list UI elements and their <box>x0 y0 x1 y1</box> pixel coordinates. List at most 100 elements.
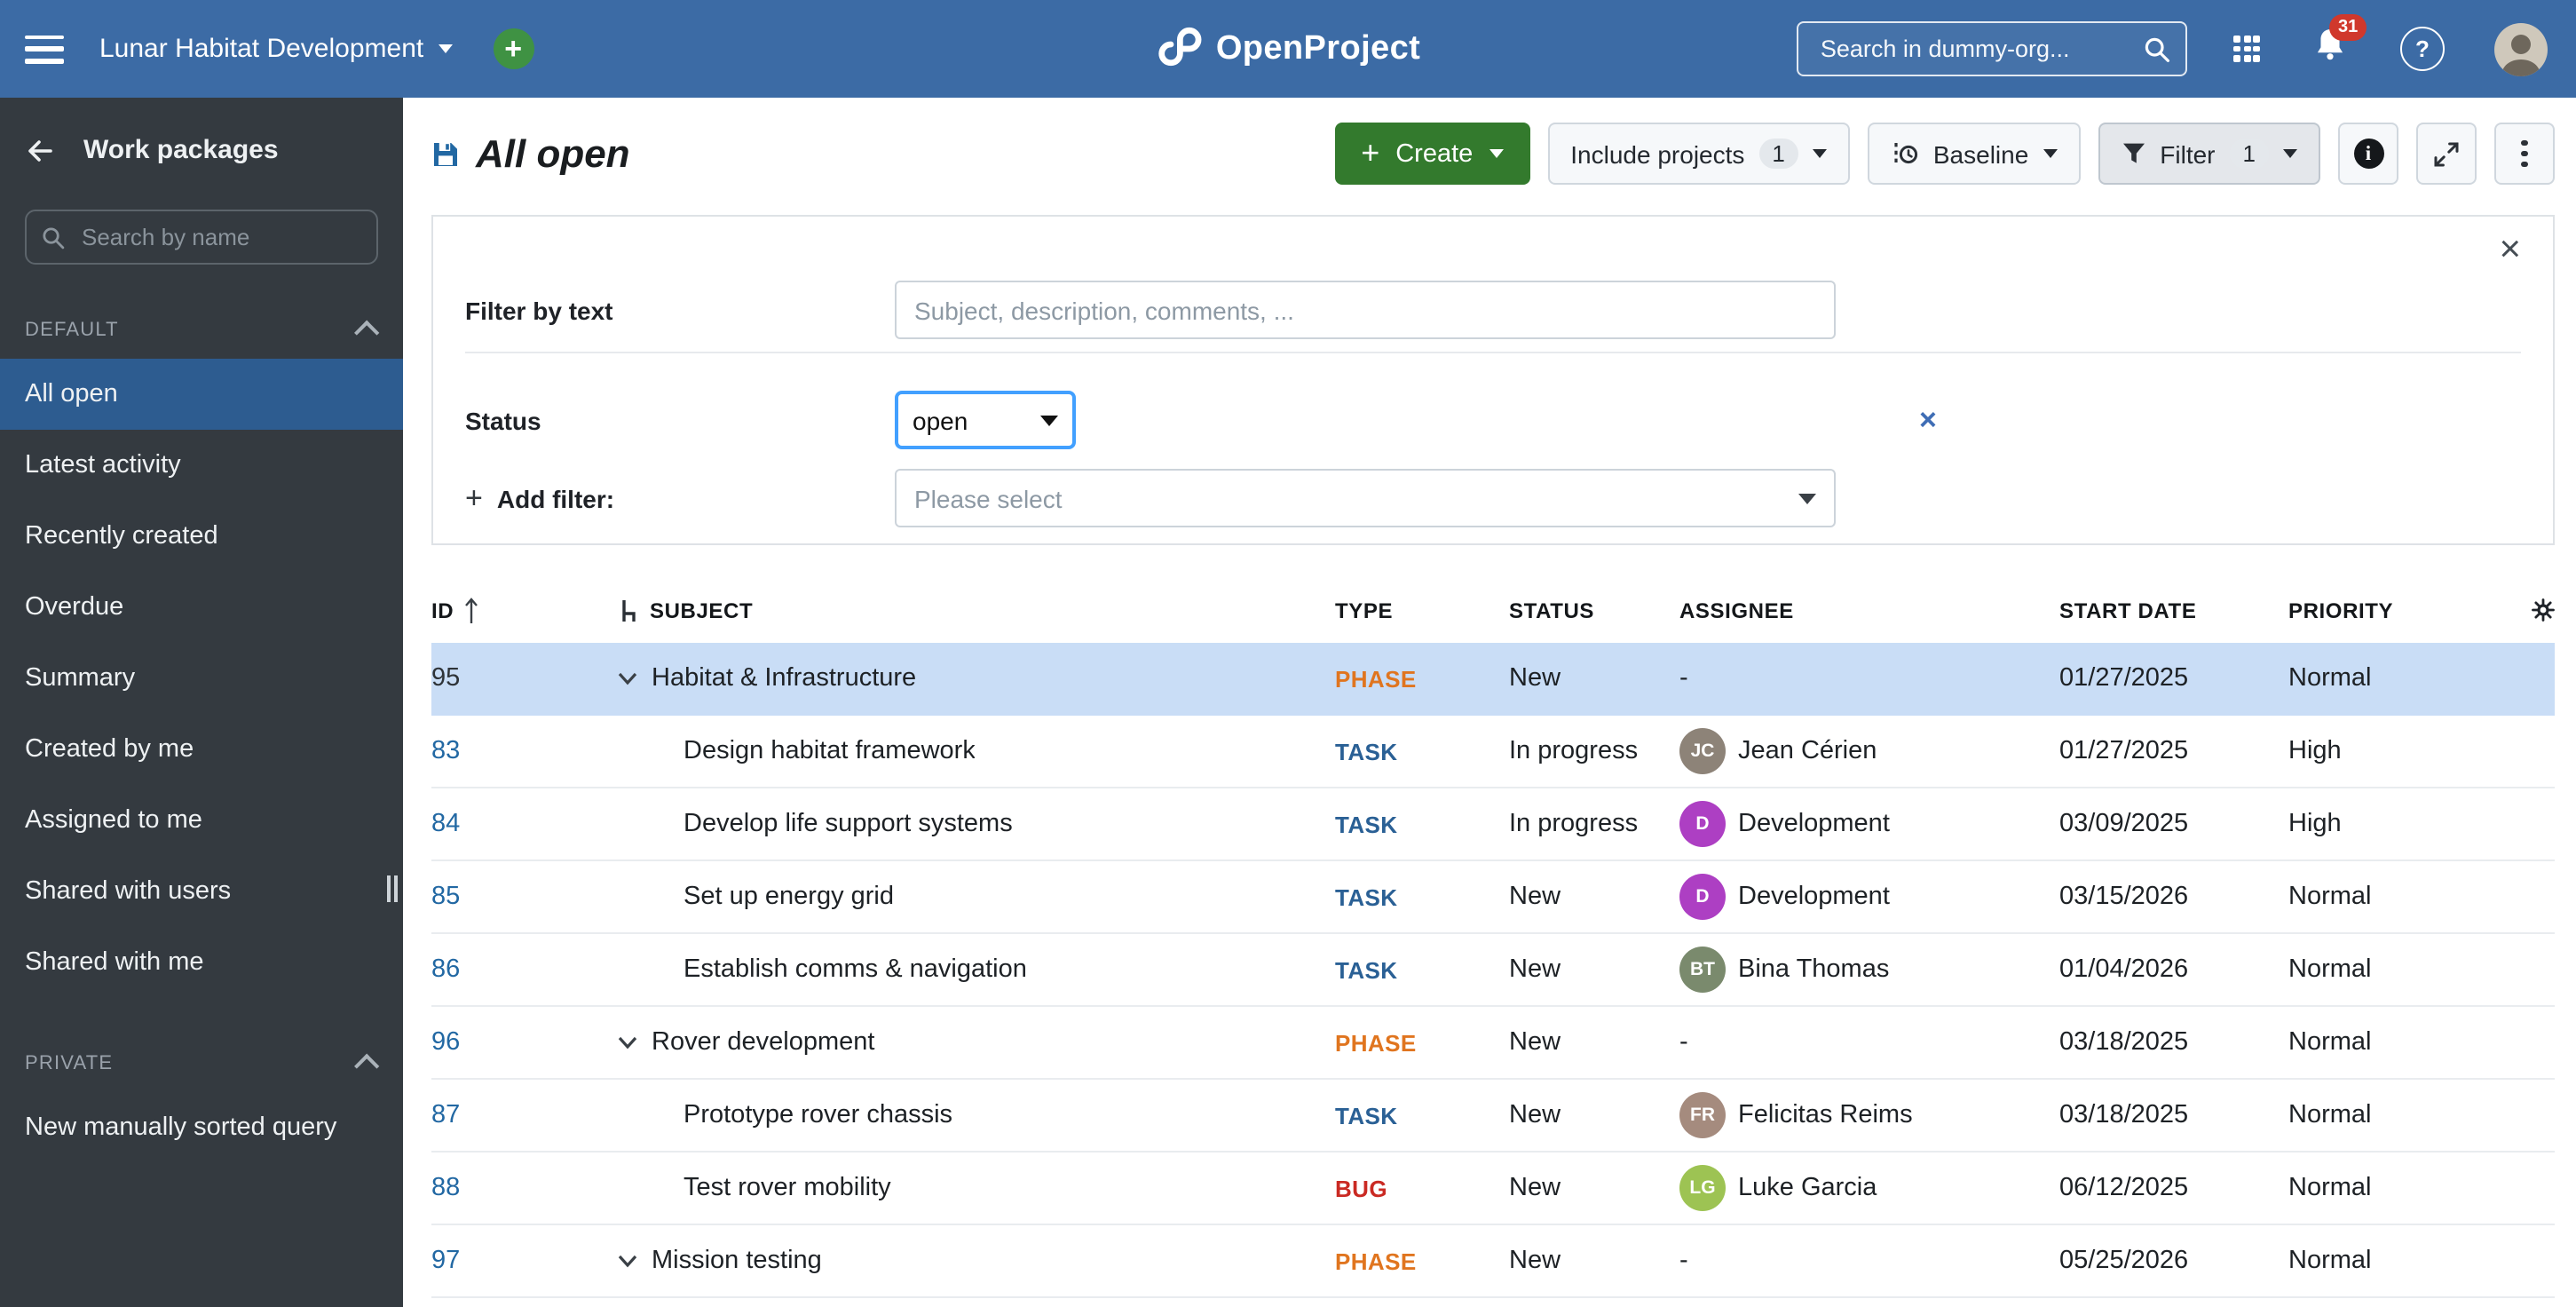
wp-assignee[interactable]: JC Jean Cérien <box>1679 728 2059 774</box>
sidebar-item-summary[interactable]: Summary <box>0 643 403 714</box>
table-row[interactable]: 96 Rover development PHASE New -03/18/2025 No… <box>431 1007 2555 1080</box>
wp-priority[interactable]: Normal <box>2288 664 2491 693</box>
wp-id-link[interactable]: 84 <box>431 810 460 838</box>
column-header-type[interactable]: TYPE <box>1335 598 1509 622</box>
wp-priority[interactable]: Normal <box>2288 1101 2491 1129</box>
collapse-chevron-icon[interactable] <box>618 1028 637 1057</box>
menu-icon[interactable] <box>25 35 64 63</box>
wp-start-date[interactable]: 05/25/2026 <box>2059 1247 2288 1275</box>
wp-start-date[interactable]: 03/18/2025 <box>2059 1028 2288 1057</box>
wp-assignee[interactable]: - <box>1679 664 2059 693</box>
wp-type[interactable]: BUG <box>1335 1175 1509 1201</box>
wp-type[interactable]: TASK <box>1335 811 1509 837</box>
column-header-status[interactable]: STATUS <box>1509 598 1679 622</box>
table-row[interactable]: 83 Design habitat framework TASK In progres… <box>431 716 2555 788</box>
wp-type[interactable]: TASK <box>1335 956 1509 983</box>
sidebar-item-overdue[interactable]: Overdue <box>0 572 403 643</box>
wp-status[interactable]: New <box>1509 955 1679 984</box>
wp-id-link[interactable]: 88 <box>431 1174 460 1202</box>
wp-priority[interactable]: Normal <box>2288 1174 2491 1202</box>
wp-start-date[interactable]: 01/27/2025 <box>2059 737 2288 765</box>
wp-assignee[interactable]: LG Luke Garcia <box>1679 1165 2059 1211</box>
wp-subject[interactable]: Habitat & Infrastructure <box>652 664 916 693</box>
wp-status[interactable]: In progress <box>1509 810 1679 838</box>
table-row[interactable]: 88 Test rover mobility BUG New LG Luke Garcia… <box>431 1153 2555 1225</box>
wp-subject[interactable]: Prototype rover chassis <box>684 1101 952 1129</box>
wp-type[interactable]: PHASE <box>1335 665 1509 692</box>
create-button[interactable]: + Create <box>1334 123 1530 185</box>
table-row[interactable]: 85 Set up energy grid TASK New D Development 0… <box>431 861 2555 934</box>
sidebar-section-header[interactable]: PRIVATE <box>25 1053 380 1079</box>
sidebar-item-new-manually-sorted-query[interactable]: New manually sorted query <box>0 1092 403 1163</box>
assignee-name[interactable]: Felicitas Reims <box>1738 1101 1913 1129</box>
global-search-input[interactable] <box>1816 34 2144 64</box>
table-row[interactable]: 87 Prototype rover chassis TASK New FR Felici… <box>431 1080 2555 1153</box>
column-header-start-date[interactable]: START DATE <box>2059 598 2288 622</box>
wp-subject[interactable]: Rover development <box>652 1028 875 1057</box>
wp-start-date[interactable]: 06/12/2025 <box>2059 1174 2288 1202</box>
wp-start-date[interactable]: 03/15/2026 <box>2059 883 2288 911</box>
wp-type[interactable]: TASK <box>1335 883 1509 910</box>
fullscreen-button[interactable] <box>2416 123 2477 185</box>
column-header-id[interactable]: ID <box>431 596 600 624</box>
table-row[interactable]: 86 Establish comms & navigation TASK New BT B… <box>431 934 2555 1007</box>
sidebar-item-assigned-to-me[interactable]: Assigned to me <box>0 785 403 856</box>
table-row[interactable]: 95 Habitat & Infrastructure PHASE New -01/27… <box>431 643 2555 716</box>
wp-id-link[interactable]: 83 <box>431 737 460 765</box>
text-filter-input[interactable] <box>895 281 1836 339</box>
wp-status[interactable]: New <box>1509 1101 1679 1129</box>
column-header-priority[interactable]: PRIORITY <box>2288 598 2491 622</box>
wp-status[interactable]: In progress <box>1509 737 1679 765</box>
wp-subject[interactable]: Design habitat framework <box>684 737 976 765</box>
back-arrow-icon[interactable] <box>25 136 55 164</box>
add-project-button[interactable]: + <box>493 28 534 69</box>
table-row[interactable]: 84 Develop life support systems TASK In pro… <box>431 788 2555 861</box>
wp-status[interactable]: New <box>1509 664 1679 693</box>
sidebar-item-shared-with-me[interactable]: Shared with me <box>0 927 403 998</box>
wp-status[interactable]: New <box>1509 1247 1679 1275</box>
assignee-name[interactable]: Luke Garcia <box>1738 1174 1877 1202</box>
wp-type[interactable]: PHASE <box>1335 1248 1509 1274</box>
sidebar-resize-handle[interactable] <box>386 875 398 902</box>
wp-start-date[interactable]: 03/09/2025 <box>2059 810 2288 838</box>
wp-subject[interactable]: Establish comms & navigation <box>684 955 1027 984</box>
wp-id-link[interactable]: 96 <box>431 1028 460 1057</box>
wp-status[interactable]: New <box>1509 883 1679 911</box>
info-button[interactable]: i <box>2338 123 2398 185</box>
sidebar-item-latest-activity[interactable]: Latest activity <box>0 430 403 501</box>
collapse-chevron-icon[interactable] <box>618 1247 637 1275</box>
user-avatar[interactable] <box>2494 22 2548 75</box>
collapse-chevron-icon[interactable] <box>618 664 637 693</box>
wp-assignee[interactable]: BT Bina Thomas <box>1679 947 2059 993</box>
wp-priority[interactable]: Normal <box>2288 955 2491 984</box>
sidebar-item-recently-created[interactable]: Recently created <box>0 501 403 572</box>
wp-status[interactable]: New <box>1509 1028 1679 1057</box>
wp-assignee[interactable]: - <box>1679 1247 2059 1275</box>
assignee-name[interactable]: Bina Thomas <box>1738 955 1889 984</box>
more-menu-button[interactable] <box>2494 123 2555 185</box>
wp-assignee[interactable]: FR Felicitas Reims <box>1679 1092 2059 1138</box>
sidebar-search[interactable] <box>25 210 378 265</box>
wp-priority[interactable]: High <box>2288 810 2491 838</box>
add-filter-select[interactable]: Please select <box>895 469 1836 527</box>
hierarchy-icon[interactable] <box>618 598 641 622</box>
wp-assignee[interactable]: D Development <box>1679 801 2059 847</box>
table-row[interactable]: 97 Mission testing PHASE New -05/25/2026 Norm… <box>431 1225 2555 1298</box>
wp-subject[interactable]: Test rover mobility <box>684 1174 891 1202</box>
wp-id-link[interactable]: 87 <box>431 1101 460 1129</box>
wp-priority[interactable]: Normal <box>2288 883 2491 911</box>
filter-button[interactable]: Filter 1 <box>2098 123 2320 185</box>
wp-start-date[interactable]: 03/18/2025 <box>2059 1101 2288 1129</box>
column-header-assignee[interactable]: ASSIGNEE <box>1679 598 2059 622</box>
wp-id-link[interactable]: 85 <box>431 883 460 911</box>
assignee-name[interactable]: Jean Cérien <box>1738 737 1877 765</box>
wp-assignee[interactable]: D Development <box>1679 874 2059 920</box>
wp-start-date[interactable]: 01/27/2025 <box>2059 664 2288 693</box>
sidebar-item-all-open[interactable]: All open <box>0 359 403 430</box>
wp-priority[interactable]: Normal <box>2288 1028 2491 1057</box>
wp-status[interactable]: New <box>1509 1174 1679 1202</box>
status-select[interactable]: open <box>895 391 1076 449</box>
column-header-subject[interactable]: SUBJECT <box>600 598 1335 622</box>
remove-filter-icon[interactable]: × <box>1919 405 1937 435</box>
sidebar-item-created-by-me[interactable]: Created by me <box>0 714 403 785</box>
